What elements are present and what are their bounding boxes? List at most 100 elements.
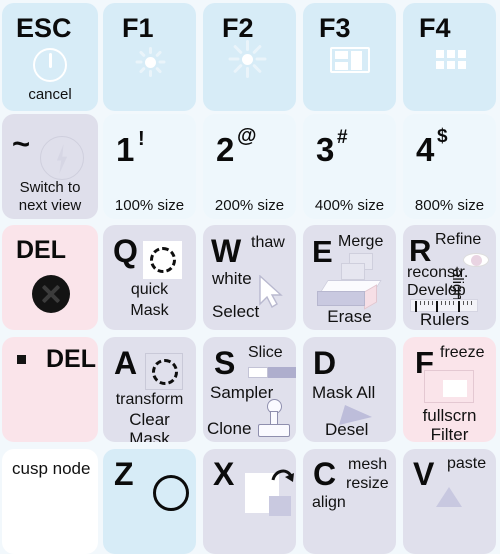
key-d-glyph: D [313,345,337,381]
key-f3[interactable]: F3 [303,3,396,111]
key-q[interactable]: Q quick Mask [103,225,196,330]
key-q-label-2: Mask [130,302,169,319]
key-3-glyph: 3 [316,131,335,168]
key-s-glyph: S [214,345,236,381]
key-r-glyph: R [409,233,432,268]
key-2[interactable]: 2 @ 200% size [203,114,296,219]
key-w[interactable]: W thaw white Select [203,225,296,330]
key-4-shift-glyph: $ [437,126,448,147]
key-s-label-slice: Slice [248,344,283,361]
key-d[interactable]: D Mask All Desel [303,337,396,442]
key-s[interactable]: S Slice Sampler Clone [203,337,296,442]
key-v-glyph: V [413,456,435,492]
key-c[interactable]: C mesh resize align [303,449,396,554]
key-esc[interactable]: ESC cancel [2,3,98,111]
key-z-glyph: Z [114,456,134,492]
eraser-icon [317,280,382,310]
key-esc-label: cancel [28,86,72,103]
key-tilde[interactable]: ~ Switch to next view [2,114,98,219]
mission-control-icon [330,47,370,73]
clone-stamp-icon [258,399,290,439]
key-x[interactable]: X [203,449,296,554]
dashed-circle-icon [152,359,178,385]
key-1[interactable]: 1 ! 100% size [103,114,196,219]
fullscreen-frame-icon [424,370,474,403]
key-4-glyph: 4 [416,131,435,168]
key-4[interactable]: 4 $ 800% size [403,114,496,219]
launchpad-grid-icon [436,50,466,70]
key-c-label-align: align [312,494,346,511]
rotate-arrow-icon [271,466,294,486]
dashed-circle-icon [150,247,176,273]
key-f-label-filter: Filter [430,425,469,442]
key-1-shift-glyph: ! [138,128,145,150]
key-w-label-white: white [212,269,252,288]
keyboard-overlay: ESC cancel F1 F2 F3 F4 ~ Switch to next … [0,0,500,554]
cut-page-shadow [269,496,291,516]
key-e-label-merge: Merge [338,233,384,250]
key-del-2-glyph: DEL [46,345,96,373]
key-del-1-glyph: DEL [16,236,66,264]
delete-disc-icon [32,275,70,313]
key-4-label: 800% size [414,197,485,214]
power-icon [33,48,67,82]
brightness-down-icon [128,40,172,84]
key-c-glyph: C [313,456,337,492]
key-z[interactable]: Z [103,449,196,554]
key-r-label-refine: Refine [435,231,482,248]
key-cusp[interactable]: cusp node [2,449,98,554]
key-cusp-label: cusp node [12,459,91,478]
key-3[interactable]: 3 # 400% size [303,114,396,219]
lightning-bolt-icon [40,136,84,180]
cursor-arrow-icon [258,274,284,309]
key-del-1[interactable]: DEL [2,225,98,330]
key-d-label-desel: Desel [325,420,369,439]
key-f1-glyph: F1 [122,13,154,43]
quick-mask-tile [143,241,182,279]
key-e[interactable]: E Merge Erase [303,225,396,330]
key-f3-glyph: F3 [319,13,351,43]
key-r-label-align: align [449,269,466,301]
key-r[interactable]: R Refine reconstr. Develop align Rulers [403,225,496,330]
key-a-label-3: Mask [129,429,170,442]
key-esc-glyph: ESC [16,13,72,43]
key-1-glyph: 1 [116,131,135,168]
key-x-glyph: X [213,456,235,492]
key-s-label-clone: Clone [207,419,252,438]
key-v-label-paste: paste [447,455,487,472]
key-f-label-freeze: freeze [440,344,485,361]
key-r-label-rulers: Rulers [420,310,470,329]
brightness-up-icon [225,37,269,81]
small-square-bullet-icon [17,355,26,364]
key-2-label: 200% size [214,197,285,214]
key-tilde-glyph: ~ [12,126,31,161]
key-f2[interactable]: F2 [203,3,296,111]
key-a-label-2: Clear [129,410,170,429]
key-f[interactable]: F freeze fullscrn Filter [403,337,496,442]
transform-frame [145,353,183,390]
key-e-glyph: E [312,234,333,269]
key-3-label: 400% size [314,197,385,214]
slice-slider-icon [248,367,296,378]
key-1-label: 100% size [114,197,185,214]
key-2-shift-glyph: @ [237,125,257,147]
key-a-label-1: transform [115,391,184,408]
key-v[interactable]: V paste [403,449,496,554]
key-c-label-mesh: mesh [348,456,388,473]
key-e-label-erase: Erase [327,307,372,326]
key-a[interactable]: A transform Clear Mask [103,337,196,442]
key-tilde-label-1: Switch to [19,179,81,196]
key-f4[interactable]: F4 [403,3,496,111]
paste-triangle-icon [436,487,462,514]
key-del-2[interactable]: DEL [2,337,98,442]
key-f-label-fullscrn: fullscrn [422,406,477,425]
key-3-shift-glyph: # [337,127,348,148]
key-tilde-label-2: next view [18,197,82,214]
key-f1[interactable]: F1 [103,3,196,111]
magnifier-icon [153,475,189,511]
key-c-label-resize: resize [346,475,389,492]
key-d-label-maskall: Mask All [312,383,376,402]
key-q-glyph: Q [113,233,138,269]
key-q-label-1: quick [130,281,169,298]
key-w-glyph: W [211,233,242,269]
